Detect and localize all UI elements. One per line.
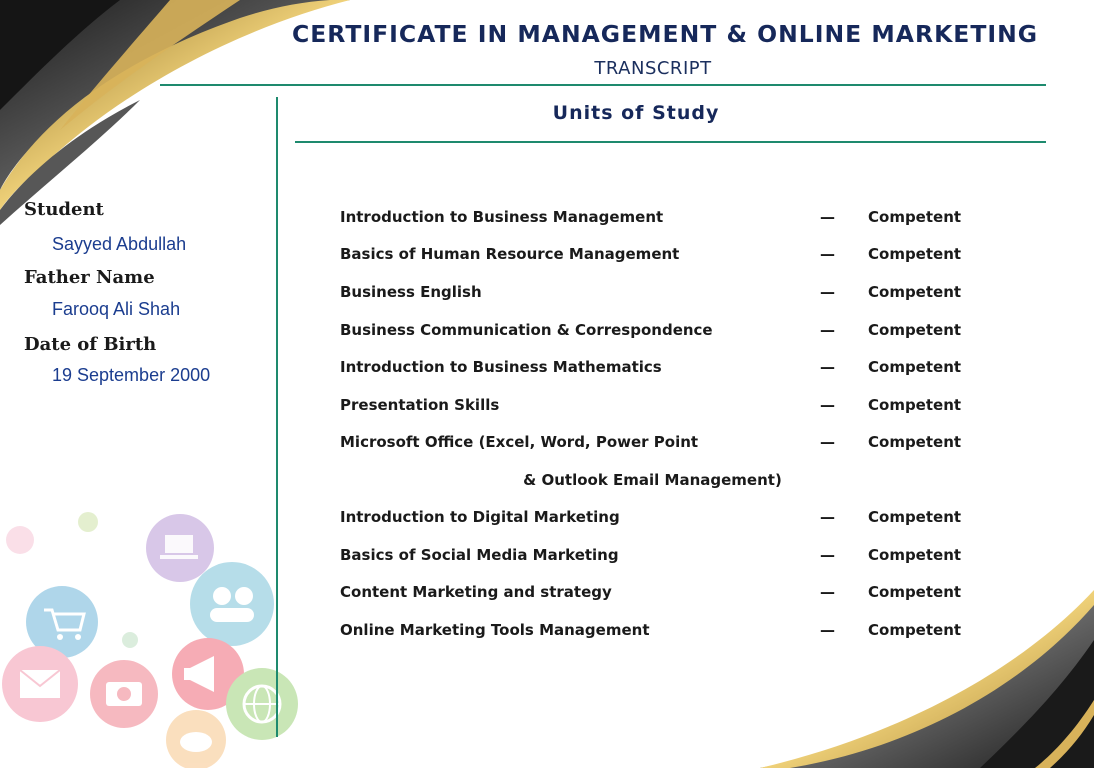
date-of-birth-label: Date of Birth — [24, 334, 157, 355]
vertical-divider — [276, 97, 278, 737]
people-icon — [190, 562, 274, 646]
unit-result: Competent — [868, 358, 962, 376]
unit-dash: — — [820, 583, 835, 601]
unit-dash: — — [820, 433, 835, 451]
unit-result: Competent — [868, 283, 962, 301]
unit-result: Competent — [868, 396, 962, 414]
unit-name: Introduction to Business Management — [340, 208, 664, 226]
piggy-bank-icon — [166, 710, 226, 768]
unit-name: Business Communication & Correspondence — [340, 321, 713, 339]
unit-result: Competent — [868, 508, 962, 526]
unit-result: Competent — [868, 621, 962, 639]
unit-name-continuation: & Outlook Email Management) — [523, 471, 782, 489]
email-icon — [2, 646, 78, 722]
unit-name: Online Marketing Tools Management — [340, 621, 650, 639]
unit-dash: — — [820, 208, 835, 226]
unit-name: Basics of Social Media Marketing — [340, 546, 619, 564]
social-media-icons-illustration — [2, 512, 298, 768]
father-name-label: Father Name — [24, 267, 155, 288]
globe-icon — [226, 668, 298, 740]
unit-name: Microsoft Office (Excel, Word, Power Poi… — [340, 433, 699, 451]
unit-name: Basics of Human Resource Management — [340, 245, 680, 263]
unit-dash: — — [820, 508, 835, 526]
unit-result: Competent — [868, 321, 962, 339]
unit-name: Business English — [340, 283, 482, 301]
unit-name: Content Marketing and strategy — [340, 583, 612, 601]
date-of-birth: 19 September 2000 — [52, 365, 211, 385]
unit-dash: — — [820, 621, 835, 639]
unit-dash: — — [820, 546, 835, 564]
unit-name: Introduction to Digital Marketing — [340, 508, 620, 526]
unit-result: Competent — [868, 245, 962, 263]
unit-name: Presentation Skills — [340, 396, 500, 414]
unit-dash: — — [820, 396, 835, 414]
student-label: Student — [24, 199, 104, 220]
laptop-icon — [146, 514, 214, 582]
unit-dash: — — [820, 283, 835, 301]
unit-dash: — — [820, 321, 835, 339]
camera-icon — [90, 660, 158, 728]
unit-result: Competent — [868, 208, 962, 226]
units-list: Introduction to Business Management — Co… — [340, 0, 1020, 768]
unit-dash: — — [820, 358, 835, 376]
unit-result: Competent — [868, 583, 962, 601]
father-name: Farooq Ali Shah — [52, 299, 181, 319]
student-name: Sayyed Abdullah — [52, 234, 187, 254]
unit-name: Introduction to Business Mathematics — [340, 358, 662, 376]
unit-result: Competent — [868, 546, 962, 564]
unit-result: Competent — [868, 433, 962, 451]
unit-dash: — — [820, 245, 835, 263]
